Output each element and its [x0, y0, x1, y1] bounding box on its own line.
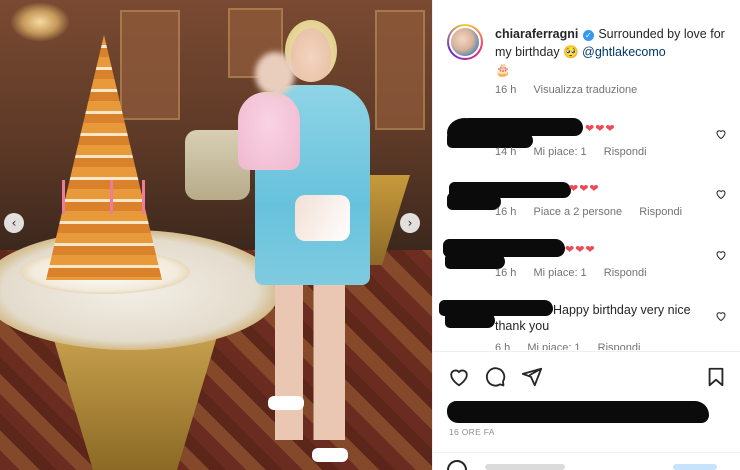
photo-candle	[142, 180, 145, 214]
pleading-face-emoji: 🥺	[563, 44, 579, 59]
comment-meta: 6 h Mi piace: 1 Rispondi	[495, 342, 654, 350]
comment-item: ❤❤❤ 16 h Piace a 2 persone Rispondi	[433, 172, 740, 230]
share-paper-plane-icon[interactable]	[521, 366, 543, 388]
comment-box-divider	[433, 452, 740, 453]
caption-text: chiaraferragni ✓ Surrounded by love for …	[495, 26, 733, 79]
comment-time: 14 h	[495, 146, 517, 158]
comment-reply-button[interactable]: Rispondi	[598, 342, 641, 350]
comment-time: 6 h	[495, 342, 511, 350]
comment-like-heart-icon[interactable]	[715, 188, 727, 200]
comment-item: ❤❤❤ 16 h Mi piace: 1 Rispondi	[433, 233, 740, 291]
photo-shoe	[268, 396, 304, 410]
heart-emojis: ❤❤❤	[565, 243, 596, 256]
redacted-avatar	[447, 192, 501, 210]
like-heart-icon[interactable]	[448, 366, 470, 388]
photo-child-head-blurred	[255, 52, 295, 96]
author-username[interactable]: chiaraferragni	[495, 27, 578, 41]
comment-likes[interactable]: Mi piace: 1	[533, 146, 586, 158]
comment-time: 16 h	[495, 206, 517, 218]
caption-time: 16 h	[495, 84, 517, 96]
post-photo[interactable]: ‹ ›	[0, 0, 432, 470]
comment-item: Happy birthday very nice thank you 6 h M…	[433, 294, 740, 350]
caption-meta: 16 h Visualizza traduzione	[495, 84, 651, 96]
photo-woman-legs	[275, 280, 345, 440]
comment-reply-button[interactable]: Rispondi	[639, 206, 682, 218]
post-action-bar	[433, 352, 740, 396]
comment-time: 16 h	[495, 267, 517, 279]
comment-text: Happy birthday very nice	[553, 303, 691, 317]
comment-likes[interactable]: Mi piace: 1	[527, 342, 580, 350]
photo-candle	[62, 180, 65, 214]
comment-meta: 16 h Mi piace: 1 Rispondi	[495, 267, 661, 279]
next-photo-button[interactable]: ›	[400, 213, 420, 233]
verified-badge-icon: ✓	[582, 30, 594, 41]
photo-candle	[110, 180, 113, 214]
add-comment-input[interactable]	[485, 464, 565, 470]
comment-like-heart-icon[interactable]	[715, 310, 727, 322]
see-translation-link[interactable]: Visualizza traduzione	[533, 84, 637, 96]
comment-bubble-icon[interactable]	[484, 366, 506, 388]
publish-button[interactable]	[673, 464, 717, 470]
photo-child-dress	[238, 92, 300, 170]
save-bookmark-icon[interactable]	[705, 366, 727, 388]
photo-child-legs	[295, 195, 350, 241]
comment-reply-button[interactable]: Rispondi	[604, 267, 647, 279]
heart-emojis: ❤❤❤	[585, 122, 616, 135]
emoji-picker-icon[interactable]	[447, 460, 467, 470]
photo-shoe	[312, 448, 348, 462]
comment-likes[interactable]: Mi piace: 1	[533, 267, 586, 279]
post-side-panel: chiaraferragni ✓ Surrounded by love for …	[432, 0, 740, 470]
redacted-likes-line	[447, 401, 709, 423]
comment-like-heart-icon[interactable]	[715, 128, 727, 140]
comment-meta: 16 h Piace a 2 persone Rispondi	[495, 206, 696, 218]
photo-wall-panel	[120, 10, 180, 120]
comment-item: ❤❤❤ 14 h Mi piace: 1 Rispondi	[433, 112, 740, 170]
comment-likes[interactable]: Piace a 2 persone	[533, 206, 622, 218]
caption-mention-link[interactable]: @ghtlakecomo	[582, 45, 666, 59]
heart-emojis: ❤❤❤	[569, 182, 600, 195]
photo-wall-panel	[375, 10, 425, 130]
birthday-cake-emoji: 🎂	[495, 62, 511, 77]
comment-meta: 14 h Mi piace: 1 Rispondi	[495, 146, 661, 158]
comment-like-heart-icon[interactable]	[715, 249, 727, 261]
author-avatar[interactable]	[447, 24, 483, 60]
photo-chandelier	[10, 2, 70, 42]
add-comment-bar	[433, 454, 740, 470]
redacted-avatar	[445, 312, 495, 328]
post-time-ago: 16 ORE FA	[449, 427, 495, 437]
comment-text-line-2: thank you	[495, 319, 550, 333]
prev-photo-button[interactable]: ‹	[4, 213, 24, 233]
comment-reply-button[interactable]: Rispondi	[604, 146, 647, 158]
